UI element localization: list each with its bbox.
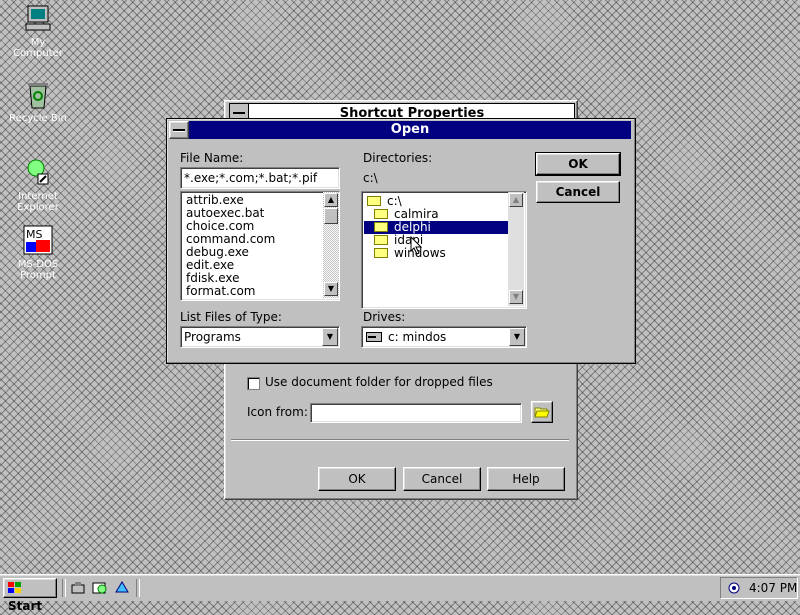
desktop-icon-my-computer[interactable]: My Computer — [8, 2, 68, 59]
icon-from-input[interactable] — [310, 403, 522, 423]
separator — [231, 439, 569, 441]
directories-label: Directories: — [363, 151, 433, 165]
file-name-input[interactable]: *.exe;*.com;*.bat;*.pif — [180, 167, 340, 189]
file-list-items: attrib.exe autoexec.bat choice.com comma… — [183, 194, 321, 298]
recycle-bin-icon — [28, 83, 48, 109]
clock[interactable]: 4:07 PM — [749, 581, 797, 595]
svg-text:MS: MS — [26, 228, 42, 241]
folder-icon — [374, 248, 388, 258]
folder-icon — [374, 209, 388, 219]
scroll-down-button[interactable]: ▼ — [324, 282, 338, 296]
icon-from-label: Icon from: — [247, 405, 308, 419]
list-type-dropdown[interactable]: Programs ▼ — [180, 326, 340, 348]
quick-launch-channels-icon[interactable] — [114, 580, 130, 596]
list-type-value: Programs — [184, 330, 241, 344]
file-name-label: File Name: — [180, 151, 244, 165]
directory-item-selected[interactable]: delphi — [363, 220, 509, 235]
open-dialog-titlebar: Open — [169, 121, 631, 139]
open-folder-icon — [534, 407, 550, 418]
file-name-value: *.exe;*.com;*.bat;*.pif — [184, 171, 318, 185]
scroll-thumb[interactable] — [324, 208, 338, 224]
system-tray: 4:07 PM — [720, 577, 798, 599]
open-cancel-button[interactable]: Cancel — [536, 181, 620, 203]
desktop-icon-label: MS-DOS Prompt — [17, 259, 59, 281]
scroll-up-button: ▲ — [509, 193, 523, 207]
open-dialog: Open File Name: *.exe;*.com;*.bat;*.pif … — [166, 118, 636, 364]
dropdown-arrow-icon[interactable]: ▼ — [322, 328, 338, 346]
windows-logo-icon — [8, 582, 21, 593]
desktop-icon-label: My Computer — [13, 37, 63, 59]
desktop-icon-internet-explorer[interactable]: Internet Explorer — [8, 156, 68, 213]
list-type-label: List Files of Type: — [180, 310, 282, 324]
directory-list-items: c:\ calmira delphi idapi windows — [363, 195, 509, 260]
file-list-scrollbar[interactable]: ▲ ▼ — [323, 192, 339, 298]
computer-icon — [25, 5, 51, 31]
dialog-title: Open — [189, 121, 631, 139]
directory-list: c:\ calmira delphi idapi windows ▲ ▼ — [361, 191, 527, 309]
quick-launch-desktop-icon[interactable] — [70, 580, 86, 596]
shortcut-help-button[interactable]: Help — [487, 467, 565, 491]
browse-folder-button[interactable] — [531, 401, 553, 423]
shortcut-cancel-button[interactable]: Cancel — [403, 467, 481, 491]
mouse-cursor-icon — [410, 236, 423, 255]
quick-launch-explorer-icon[interactable] — [92, 580, 108, 596]
desktop-icon-label: Internet Explorer — [17, 191, 59, 213]
explorer-icon — [27, 159, 49, 185]
drives-dropdown[interactable]: c: mindos ▼ — [361, 326, 527, 348]
file-list: attrib.exe autoexec.bat choice.com comma… — [180, 191, 340, 301]
current-directory: c:\ — [363, 171, 378, 185]
folder-icon — [374, 235, 388, 245]
directory-item[interactable]: windows — [364, 247, 508, 260]
taskbar: Start 4:07 PM — [0, 574, 800, 613]
use-doc-folder-label: Use document folder for dropped files — [265, 375, 493, 389]
start-button[interactable]: Start — [3, 578, 57, 613]
directory-item[interactable]: calmira — [364, 208, 508, 221]
quick-launch-divider — [136, 579, 140, 597]
shortcut-ok-button[interactable]: OK — [318, 467, 396, 491]
dropdown-arrow-icon[interactable]: ▼ — [509, 328, 525, 346]
scroll-up-button[interactable]: ▲ — [324, 193, 338, 207]
open-folder-icon — [367, 196, 381, 206]
system-menu-button[interactable] — [169, 121, 189, 139]
desktop-icon-recycle-bin[interactable]: Recycle Bin — [8, 78, 68, 124]
tray-settings-icon[interactable] — [726, 580, 742, 596]
use-doc-folder-checkbox[interactable] — [247, 377, 260, 390]
start-label: Start — [8, 599, 43, 613]
file-item[interactable]: format.com — [183, 285, 321, 298]
open-ok-button[interactable]: OK — [535, 152, 621, 176]
desktop-icon-label: Recycle Bin — [9, 113, 67, 124]
desktop-icon-msdos[interactable]: MS MS-DOS Prompt — [8, 224, 68, 281]
folder-icon — [374, 222, 388, 232]
directory-list-scrollbar[interactable]: ▲ ▼ — [508, 192, 524, 306]
quick-launch-divider — [62, 579, 66, 597]
drives-label: Drives: — [363, 310, 406, 324]
scroll-down-button: ▼ — [509, 290, 523, 304]
drive-value: c: mindos — [388, 330, 447, 344]
drive-icon — [366, 332, 382, 342]
msdos-icon: MS — [23, 225, 53, 255]
